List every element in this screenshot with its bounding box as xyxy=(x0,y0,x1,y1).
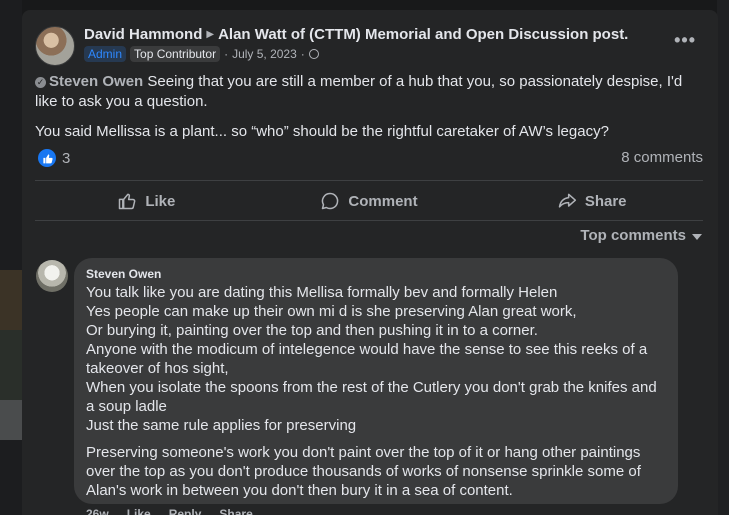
comment-line: Anyone with the modicum of intelegence w… xyxy=(86,341,648,358)
post-paragraph-2: You said Mellissa is a plant... so “who”… xyxy=(35,123,609,140)
share-icon xyxy=(558,193,576,208)
divider xyxy=(35,220,703,221)
author-avatar[interactable] xyxy=(35,26,75,66)
share-button[interactable]: Share xyxy=(480,186,703,216)
caret-down-icon xyxy=(692,233,702,240)
comment-button[interactable]: Comment xyxy=(258,186,481,216)
post-body: ✓ Steven Owen Seeing that you are still a… xyxy=(35,72,705,152)
like-button[interactable]: Like xyxy=(35,186,258,216)
comment-icon xyxy=(322,192,339,210)
comment-time[interactable]: 26w xyxy=(86,507,109,515)
comment-line: Yes people can make up their own mi d is… xyxy=(86,303,577,320)
comment-line: Preserving someone's work you don't pain… xyxy=(86,444,641,461)
meta-separator: · xyxy=(224,47,229,61)
divider xyxy=(35,180,703,181)
background-image-fragment xyxy=(0,330,22,400)
share-label: Share xyxy=(584,192,627,210)
post-card: David Hammond ▶ Alan Watt of (CTTM) Memori… xyxy=(22,10,718,515)
comment-line: When you isolate the spoons from the res… xyxy=(86,379,657,396)
comment-line: over the top as you don't produce thousa… xyxy=(86,463,641,480)
comment-footer: 26w Like Reply Share xyxy=(86,507,253,515)
check-icon: ✓ xyxy=(35,77,46,88)
comment-author[interactable]: Steven Owen xyxy=(86,267,666,281)
comment-label: Comment xyxy=(348,192,418,210)
comment-sort-dropdown[interactable]: Top comments xyxy=(580,227,702,244)
commenter-avatar[interactable] xyxy=(36,260,68,292)
sort-label: Top comments xyxy=(580,227,686,244)
background-image-fragment xyxy=(0,400,22,440)
comment-bubble: Steven Owen You talk like you are dating… xyxy=(74,258,678,504)
top-contributor-badge: Top Contributor xyxy=(130,46,221,62)
background-left-strip xyxy=(0,0,22,515)
comment-line: Alan's work in between you don't then bu… xyxy=(86,482,513,499)
comment-line: You talk like you are dating this Mellis… xyxy=(86,284,558,301)
author-name[interactable]: David Hammond xyxy=(84,26,202,43)
post-date[interactable]: July 5, 2023 xyxy=(232,47,297,61)
background-image-fragment xyxy=(0,270,22,330)
post-paragraph-1: ✓ Steven Owen Seeing that you are still a… xyxy=(35,72,705,112)
comment-like-button[interactable]: Like xyxy=(127,507,151,515)
comment-reply-button[interactable]: Reply xyxy=(169,507,202,515)
like-reaction-icon xyxy=(38,149,56,167)
like-icon xyxy=(119,193,136,210)
more-icon[interactable]: ••• xyxy=(674,30,696,51)
like-label: Like xyxy=(145,192,176,210)
reaction-count: 3 xyxy=(62,149,71,167)
comments-count[interactable]: 8 comments xyxy=(621,149,703,166)
reaction-summary[interactable]: 3 xyxy=(38,149,70,167)
admin-badge: Admin xyxy=(84,46,127,62)
arrow-right-icon: ▶ xyxy=(206,29,215,40)
tagged-user[interactable]: Steven Owen xyxy=(49,73,143,90)
comment-line: a soup ladle xyxy=(86,398,167,415)
meta-separator: · xyxy=(300,47,305,61)
post-header: David Hammond ▶ Alan Watt of (CTTM) Memori… xyxy=(84,26,628,43)
comment-line: Or burying it, painting over the top and… xyxy=(86,322,538,339)
action-bar: Like Comment Share xyxy=(35,186,703,216)
comment-line: takeover of hos sight, xyxy=(86,360,229,377)
background-right-strip xyxy=(717,0,729,515)
comment-line: Just the same rule applies for preservin… xyxy=(86,417,357,434)
group-name[interactable]: Alan Watt of (CTTM) Memorial and Open Di… xyxy=(218,26,628,43)
comment-share-button[interactable]: Share xyxy=(219,507,252,515)
globe-icon xyxy=(308,49,319,59)
post-meta: Admin Top Contributor · July 5, 2023 · xyxy=(84,46,319,62)
